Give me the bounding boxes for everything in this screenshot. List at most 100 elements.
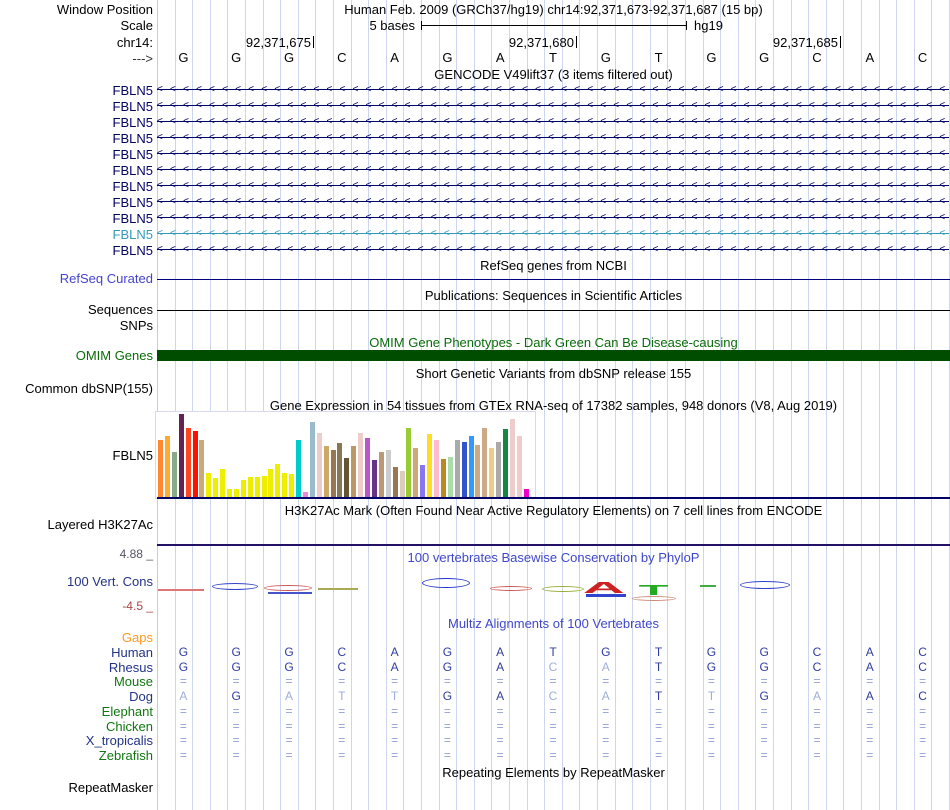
alignment-base: = bbox=[655, 719, 663, 733]
gene-transcript-row[interactable]: <<<<<<<<<<<<<<<<<<<<<<<<<<<<<<<<<<<<<<<<… bbox=[157, 178, 949, 194]
gaps-label[interactable]: Gaps bbox=[0, 631, 153, 644]
gtex-tissue-bar bbox=[503, 429, 508, 498]
gene-row-label[interactable]: FBLN5 bbox=[0, 212, 153, 225]
alignment-base: = bbox=[655, 733, 663, 747]
omim-genes-label[interactable]: OMIM Genes bbox=[0, 349, 153, 362]
gene-transcript-row[interactable]: <<<<<<<<<<<<<<<<<<<<<<<<<<<<<<<<<<<<<<<<… bbox=[157, 226, 949, 242]
gene-row-label[interactable]: FBLN5 bbox=[0, 164, 153, 177]
gtex-tissue-bar bbox=[406, 427, 412, 498]
alignment-base: = bbox=[496, 719, 504, 733]
gtex-tissue-bar bbox=[185, 427, 191, 498]
common-dbsnp-label[interactable]: Common dbSNP(155) bbox=[0, 382, 153, 395]
species-label[interactable]: X_tropicalis bbox=[0, 734, 153, 747]
gene-transcript-row[interactable]: <<<<<<<<<<<<<<<<<<<<<<<<<<<<<<<<<<<<<<<<… bbox=[157, 82, 949, 98]
alignment-base: = bbox=[232, 719, 240, 733]
gene-row-label[interactable]: FBLN5 bbox=[0, 180, 153, 193]
alignment-base: = bbox=[391, 748, 399, 762]
gtex-tissue-bar bbox=[461, 442, 467, 498]
gtex-tissue-bar bbox=[413, 448, 419, 498]
strand-chevrons: <<<<<<<<<<<<<<<<<<<<<<<<<<<<<<<<<<<<<<<<… bbox=[157, 212, 949, 223]
gene-transcript-row[interactable]: <<<<<<<<<<<<<<<<<<<<<<<<<<<<<<<<<<<<<<<<… bbox=[157, 114, 949, 130]
vert-cons-label[interactable]: 100 Vert. Cons bbox=[0, 575, 153, 588]
phylop-glyph bbox=[740, 581, 790, 589]
refseq-gene-line[interactable] bbox=[157, 279, 950, 280]
alignment-base: = bbox=[602, 719, 610, 733]
strand-chevrons: <<<<<<<<<<<<<<<<<<<<<<<<<<<<<<<<<<<<<<<<… bbox=[157, 180, 949, 191]
gene-transcript-row[interactable]: <<<<<<<<<<<<<<<<<<<<<<<<<<<<<<<<<<<<<<<<… bbox=[157, 242, 949, 258]
strand-chevrons: <<<<<<<<<<<<<<<<<<<<<<<<<<<<<<<<<<<<<<<<… bbox=[157, 84, 949, 95]
gene-row-label[interactable]: FBLN5 bbox=[0, 228, 153, 241]
species-label[interactable]: Elephant bbox=[0, 705, 153, 718]
gtex-tissue-bar bbox=[420, 465, 426, 498]
gene-transcript-row[interactable]: <<<<<<<<<<<<<<<<<<<<<<<<<<<<<<<<<<<<<<<<… bbox=[157, 210, 949, 226]
alignment-base: = bbox=[919, 748, 927, 762]
sequence-base: T bbox=[654, 50, 663, 65]
alignment-base: T bbox=[654, 645, 663, 659]
alignment-base: A bbox=[865, 660, 874, 674]
alignment-base: = bbox=[338, 719, 346, 733]
gene-row-label[interactable]: FBLN5 bbox=[0, 244, 153, 257]
species-label[interactable]: Human bbox=[0, 646, 153, 659]
alignment-base: = bbox=[919, 674, 927, 688]
repeatmasker-label[interactable]: RepeatMasker bbox=[0, 781, 153, 794]
alignment-base: G bbox=[231, 660, 241, 674]
alignment-row[interactable]: = = = = = = = = = = = = = = = bbox=[157, 749, 949, 763]
gene-row-label[interactable]: FBLN5 bbox=[0, 116, 153, 129]
species-label[interactable]: Zebrafish bbox=[0, 749, 153, 762]
gtex-gene-label[interactable]: FBLN5 bbox=[0, 449, 153, 462]
sequence-base: G bbox=[231, 50, 242, 65]
gtex-tissue-bar bbox=[482, 427, 488, 498]
species-label[interactable]: Dog bbox=[0, 690, 153, 703]
sequences-label[interactable]: Sequences bbox=[0, 303, 153, 316]
gene-transcript-row[interactable]: <<<<<<<<<<<<<<<<<<<<<<<<<<<<<<<<<<<<<<<<… bbox=[157, 146, 949, 162]
gene-row-label[interactable]: FBLN5 bbox=[0, 132, 153, 145]
alignment-base: = bbox=[813, 704, 821, 718]
gene-row-label[interactable]: FBLN5 bbox=[0, 196, 153, 209]
gene-transcript-row[interactable]: <<<<<<<<<<<<<<<<<<<<<<<<<<<<<<<<<<<<<<<<… bbox=[157, 162, 949, 178]
gtex-tissue-bar bbox=[199, 439, 205, 498]
gtex-tissue-bar bbox=[516, 436, 522, 498]
gene-row-label[interactable]: FBLN5 bbox=[0, 84, 153, 97]
alignment-row[interactable]: GGGCAGATGTGGCAC bbox=[157, 646, 949, 660]
alignment-base: = bbox=[760, 733, 768, 747]
gene-row-label[interactable]: FBLN5 bbox=[0, 100, 153, 113]
alignment-base: = bbox=[866, 748, 874, 762]
snps-label[interactable]: SNPs bbox=[0, 319, 153, 332]
alignment-row[interactable]: = = = = = = = = = = = = = = = bbox=[157, 675, 949, 689]
alignment-base: = bbox=[707, 719, 715, 733]
alignment-base: = bbox=[285, 674, 293, 688]
alignment-base: = bbox=[443, 748, 451, 762]
sequence-base: G bbox=[283, 50, 295, 65]
gene-transcript-row[interactable]: <<<<<<<<<<<<<<<<<<<<<<<<<<<<<<<<<<<<<<<<… bbox=[157, 194, 949, 210]
alignment-base: = bbox=[338, 674, 346, 688]
species-label[interactable]: Rhesus bbox=[0, 661, 153, 674]
omim-gene-bar[interactable] bbox=[157, 350, 950, 361]
alignment-row[interactable]: AGATTGACATTGAAC bbox=[157, 690, 949, 704]
alignment-base: = bbox=[602, 674, 610, 688]
gtex-tissue-bar bbox=[247, 477, 253, 498]
alignment-row[interactable]: = = = = = = = = = = = = = = = bbox=[157, 734, 949, 748]
species-label[interactable]: Chicken bbox=[0, 720, 153, 733]
gene-transcript-row[interactable]: <<<<<<<<<<<<<<<<<<<<<<<<<<<<<<<<<<<<<<<<… bbox=[157, 98, 949, 114]
gtex-barchart[interactable] bbox=[155, 411, 536, 499]
layered-h3k27ac-label[interactable]: Layered H3K27Ac bbox=[0, 518, 153, 531]
alignment-base: C bbox=[812, 660, 822, 674]
publications-item-line[interactable] bbox=[157, 310, 950, 311]
alignment-base: T bbox=[390, 689, 399, 703]
phylop-letter-glyph: A bbox=[583, 580, 625, 597]
alignment-base: C bbox=[918, 660, 927, 674]
alignment-base: T bbox=[654, 660, 663, 674]
phylop-glyph bbox=[212, 583, 258, 590]
alignment-row[interactable]: = = = = = = = = = = = = = = = bbox=[157, 705, 949, 719]
gene-row-label[interactable]: FBLN5 bbox=[0, 148, 153, 161]
alignment-row[interactable]: GGGCAGACATGGCAC bbox=[157, 661, 949, 675]
gtex-tissue-bar bbox=[337, 443, 343, 498]
gene-transcript-row[interactable]: <<<<<<<<<<<<<<<<<<<<<<<<<<<<<<<<<<<<<<<<… bbox=[157, 130, 949, 146]
alignment-row[interactable]: = = = = = = = = = = = = = = = bbox=[157, 720, 949, 734]
sequence-base: C bbox=[337, 50, 347, 65]
sequence-base: G bbox=[759, 50, 770, 65]
alignment-base: = bbox=[866, 674, 874, 688]
alignment-base: = bbox=[655, 704, 663, 718]
species-label[interactable]: Mouse bbox=[0, 675, 153, 688]
refseq-curated-label[interactable]: RefSeq Curated bbox=[0, 272, 153, 285]
